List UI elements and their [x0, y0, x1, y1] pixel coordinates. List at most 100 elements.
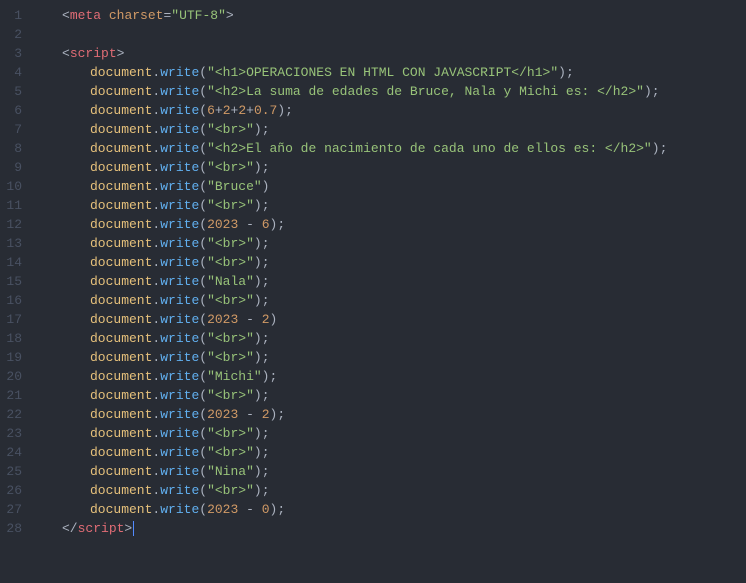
number-literal: 6	[207, 103, 215, 118]
operator: -	[238, 312, 261, 327]
identifier-document: document	[90, 388, 152, 403]
operator: -	[238, 502, 261, 517]
line-number: 4	[0, 63, 22, 82]
line-number: 14	[0, 253, 22, 272]
code-line[interactable]: document.write("<h2>La suma de edades de…	[34, 82, 746, 101]
code-line[interactable]: document.write("<br>");	[34, 481, 746, 500]
code-line[interactable]: document.write(6+2+2+0.7);	[34, 101, 746, 120]
string-literal: "Nina"	[207, 464, 254, 479]
code-line[interactable]: document.write("<br>");	[34, 253, 746, 272]
code-line[interactable]: document.write(2023 - 0);	[34, 500, 746, 519]
line-number: 17	[0, 310, 22, 329]
line-number: 26	[0, 481, 22, 500]
code-line[interactable]: document.write("<br>");	[34, 234, 746, 253]
method-write: write	[160, 445, 199, 460]
code-line[interactable]: document.write("Nina");	[34, 462, 746, 481]
string-literal: "<br>"	[207, 445, 254, 460]
code-line[interactable]: document.write("<br>");	[34, 443, 746, 462]
code-line[interactable]: document.write("<br>");	[34, 120, 746, 139]
identifier-document: document	[90, 274, 152, 289]
code-editor-area[interactable]: <meta charset="UTF-8"> <script>document.…	[34, 0, 746, 583]
tag-script-close: script	[78, 521, 125, 536]
line-number: 22	[0, 405, 22, 424]
number-literal: 2023	[207, 502, 238, 517]
string-literal: "<br>"	[207, 255, 254, 270]
operator: +	[246, 103, 254, 118]
line-number: 2	[0, 25, 22, 44]
code-line[interactable]: document.write("Bruce")	[34, 177, 746, 196]
identifier-document: document	[90, 198, 152, 213]
method-write: write	[160, 483, 199, 498]
code-line[interactable]: document.write("<br>");	[34, 386, 746, 405]
identifier-document: document	[90, 426, 152, 441]
line-number: 13	[0, 234, 22, 253]
attr-charset: charset	[109, 8, 164, 23]
method-write: write	[160, 407, 199, 422]
identifier-document: document	[90, 502, 152, 517]
method-write: write	[160, 274, 199, 289]
method-write: write	[160, 103, 199, 118]
string-literal: "<br>"	[207, 426, 254, 441]
method-write: write	[160, 236, 199, 251]
code-line[interactable]	[34, 25, 746, 44]
method-write: write	[160, 426, 199, 441]
string-literal: "<br>"	[207, 160, 254, 175]
identifier-document: document	[90, 141, 152, 156]
string-literal: "<br>"	[207, 350, 254, 365]
identifier-document: document	[90, 331, 152, 346]
line-number-gutter: 1234567891011121314151617181920212223242…	[0, 0, 34, 583]
number-literal: 0	[262, 502, 270, 517]
line-number: 10	[0, 177, 22, 196]
identifier-document: document	[90, 312, 152, 327]
identifier-document: document	[90, 407, 152, 422]
method-write: write	[160, 217, 199, 232]
method-write: write	[160, 122, 199, 137]
identifier-document: document	[90, 464, 152, 479]
line-number: 28	[0, 519, 22, 538]
string-literal: "<h2>El año de nacimiento de cada uno de…	[207, 141, 652, 156]
line-number: 15	[0, 272, 22, 291]
method-write: write	[160, 464, 199, 479]
code-line[interactable]: document.write("<h1>OPERACIONES EN HTML …	[34, 63, 746, 82]
code-line[interactable]: document.write("<br>");	[34, 424, 746, 443]
string-literal: "<br>"	[207, 122, 254, 137]
code-line[interactable]: document.write("<br>");	[34, 158, 746, 177]
line-number: 16	[0, 291, 22, 310]
identifier-document: document	[90, 84, 152, 99]
line-number: 21	[0, 386, 22, 405]
number-literal: 2	[262, 312, 270, 327]
code-line[interactable]: <script>	[34, 44, 746, 63]
string-literal: "<br>"	[207, 331, 254, 346]
code-line[interactable]: document.write("<br>");	[34, 348, 746, 367]
identifier-document: document	[90, 369, 152, 384]
string-literal: "<br>"	[207, 483, 254, 498]
code-line[interactable]: document.write(2023 - 6);	[34, 215, 746, 234]
line-number: 7	[0, 120, 22, 139]
line-number: 3	[0, 44, 22, 63]
number-literal: 2023	[207, 407, 238, 422]
method-write: write	[160, 255, 199, 270]
line-number: 12	[0, 215, 22, 234]
identifier-document: document	[90, 236, 152, 251]
code-line[interactable]: document.write("<br>");	[34, 329, 746, 348]
code-line[interactable]: document.write("Michi");	[34, 367, 746, 386]
code-line[interactable]: </script>	[34, 519, 746, 538]
line-number: 5	[0, 82, 22, 101]
code-line[interactable]: document.write("<br>");	[34, 196, 746, 215]
string-literal: "<h1>OPERACIONES EN HTML CON JAVASCRIPT<…	[207, 65, 558, 80]
code-line[interactable]: document.write("<br>");	[34, 291, 746, 310]
operator: -	[238, 407, 261, 422]
method-write: write	[160, 141, 199, 156]
operator: +	[215, 103, 223, 118]
code-line[interactable]: document.write(2023 - 2)	[34, 310, 746, 329]
number-literal: 2023	[207, 312, 238, 327]
code-line[interactable]: document.write(2023 - 2);	[34, 405, 746, 424]
identifier-document: document	[90, 483, 152, 498]
number-literal: 2023	[207, 217, 238, 232]
code-line[interactable]: document.write("Nala");	[34, 272, 746, 291]
code-line[interactable]: <meta charset="UTF-8">	[34, 6, 746, 25]
number-literal: 2	[262, 407, 270, 422]
identifier-document: document	[90, 445, 152, 460]
method-write: write	[160, 179, 199, 194]
code-line[interactable]: document.write("<h2>El año de nacimiento…	[34, 139, 746, 158]
